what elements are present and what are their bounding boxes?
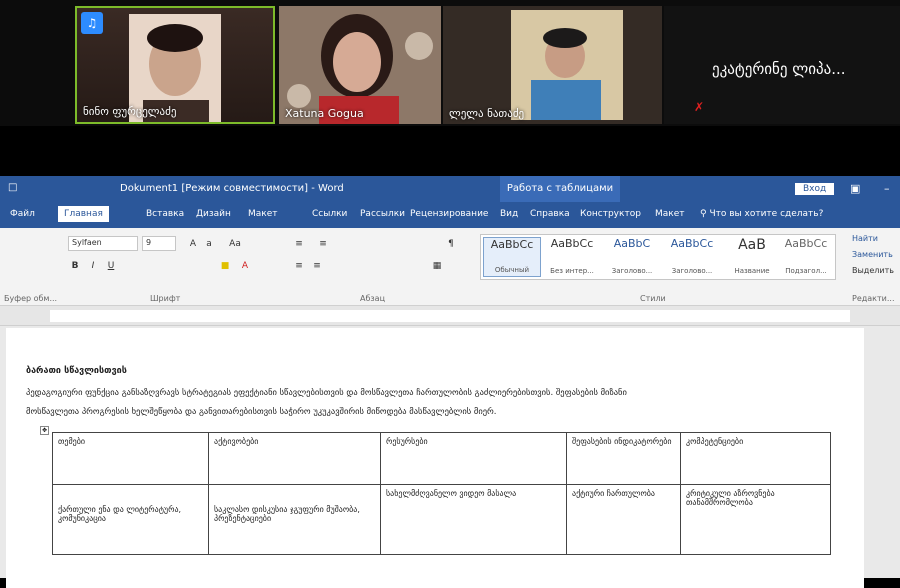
numbering-icon[interactable]: ≡ [316,236,330,250]
style-subtitle[interactable]: AaBbCc Подзагол... [777,237,835,277]
italic-button[interactable]: I [86,258,100,272]
style-no-spacing[interactable]: AaBbCc Без интер... [543,237,601,277]
tab-layout[interactable]: Макет [248,209,278,219]
tab-home[interactable]: Главная [58,206,109,222]
document-heading: ბარათი სწავლისთვის [26,366,127,376]
document-title: Dokument1 [Режим совместимости] - Word [120,183,344,194]
font-size-select[interactable]: 9 [142,236,176,251]
ribbon-tabs: Файл Главная Вставка Дизайн Макет Ссылки… [0,202,900,228]
show-marks-icon[interactable]: ¶ [444,236,458,250]
style-heading-2[interactable]: AaBbCc Заголово... [663,237,721,277]
paragraph-2: მოსწავლეთა პროგრესის ხელშეწყობა და განვი… [26,407,497,417]
save-icon[interactable]: □ [8,182,17,193]
tab-mailings[interactable]: Рассылки [360,209,405,219]
participant-video-1[interactable]: ♫ ნინო ფურცელაძე [75,6,275,124]
highlight-icon[interactable]: ■ [218,258,232,272]
participant-video-4[interactable]: ეკატერინე ლიპა... ✗ [664,6,900,124]
shrink-font-icon[interactable]: a [202,236,216,250]
tell-me-label: Что вы хотите сделать? [709,209,824,219]
minimize-icon[interactable]: – [884,182,890,195]
style-heading-1[interactable]: AaBbC Заголово... [603,237,661,277]
paragraph-group-label: Абзац [360,294,386,303]
table-cell[interactable]: სახელმძღვანელო ვიდეო მასალა [380,484,567,555]
editing-group-label: Редакти... [852,294,895,303]
align-left-icon[interactable]: ≡ [292,258,306,272]
tab-help[interactable]: Справка [530,209,570,219]
select-button[interactable]: Выделить [852,266,894,275]
document-area[interactable]: ბარათი სწავლისთვის პედაგოგიური ფუნქცია გ… [0,326,900,588]
tab-insert[interactable]: Вставка [146,209,184,219]
tab-review[interactable]: Рецензирование [410,209,488,219]
tab-references[interactable]: Ссылки [312,209,347,219]
horizontal-ruler[interactable] [0,306,900,326]
document-page: ბარათი სწავლისთვის პედაგოგიური ფუნქცია გ… [6,328,864,588]
mic-muted-icon: ✗ [694,100,705,114]
font-name-select[interactable]: Sylfaen [68,236,138,251]
ribbon: Буфер обм... Sylfaen 9 A a Aa B I U ■ A … [0,228,900,306]
table-header-cell[interactable]: შეფასების ინდიკატორები [566,432,681,485]
signin-button[interactable]: Вход [795,183,835,195]
ribbon-display-icon[interactable]: ▣ [850,182,860,195]
table-cell[interactable]: საკლასო დისკუსია ჯგუფური მუშაობა, პრეზენ… [208,484,381,555]
participant-name: Xatuna Gogua [285,107,364,120]
underline-button[interactable]: U [104,258,118,272]
font-color-icon[interactable]: A [238,258,252,272]
styles-gallery: AaBbCc Обычный AaBbCc Без интер... AaBbC За… [480,234,836,280]
find-button[interactable]: Найти [852,234,878,243]
table-cell[interactable]: ქართული ენა და ლიტერატურა, კომუნიკაცია [52,484,209,555]
table-header-cell[interactable]: თემები [52,432,209,485]
table-cell[interactable]: აქტიური ჩართულობა [566,484,681,555]
table-header-row: თემები აქტივობები რესურსები შეფასების ინ… [52,432,831,485]
table-header-cell[interactable]: რესურსები [380,432,567,485]
font-group-label: Шрифт [150,294,181,303]
participant-name: ლელა ნათაძე [449,107,525,120]
context-tab-label: Работа с таблицами [500,176,620,202]
styles-group-label: Стили [640,294,666,303]
clipboard-group-label: Буфер обм... [4,294,58,303]
replace-button[interactable]: Заменить [852,250,893,259]
video-strip: ♫ ნინო ფურცელაძე Xatuna Gogua ლელა ნათაძ… [0,0,900,126]
tab-design[interactable]: Дизайн [196,209,231,219]
align-center-icon[interactable]: ≡ [310,258,324,272]
content-table: თემები აქტივობები რესურსები შეფასების ინ… [52,432,831,555]
table-row: ქართული ენა და ლიტერატურა, კომუნიკაცია ს… [52,484,831,555]
style-normal[interactable]: AaBbCc Обычный [483,237,541,277]
style-title[interactable]: AaB Название [723,237,781,277]
tab-file[interactable]: Файл [10,209,35,219]
grow-font-icon[interactable]: A [186,236,200,250]
participant-name: ნინო ფურცელაძე [83,105,177,118]
tab-view[interactable]: Вид [500,209,518,219]
tell-me-search[interactable]: ⚲ Что вы хотите сделать? [700,209,823,219]
mic-icon: ♫ [81,12,103,34]
word-window: □ Dokument1 [Режим совместимости] - Word… [0,176,900,588]
table-header-cell[interactable]: კომპეტენციები [680,432,831,485]
table-header-cell[interactable]: აქტივობები [208,432,381,485]
paragraph-1: პედაგოგიური ფუნქცია განსაზღვრავს სტრატეგ… [26,388,627,398]
participant-name-large: ეკატერინე ლიპა... [712,60,846,78]
bullets-icon[interactable]: ≡ [292,236,306,250]
screen-share-gap [0,126,900,176]
clear-format-icon[interactable]: Aa [228,236,242,250]
bold-button[interactable]: B [68,258,82,272]
borders-icon[interactable]: ▦ [430,258,444,272]
title-bar: □ Dokument1 [Режим совместимости] - Word… [0,176,900,202]
table-cell[interactable]: კრიტიკული აზროვნება თანამშრომლობა [680,484,831,555]
tab-table-design[interactable]: Конструктор [580,209,641,219]
tab-table-layout[interactable]: Макет [655,209,685,219]
participant-video-3[interactable]: ლელა ნათაძე [443,6,662,124]
table-move-handle[interactable]: ✥ [40,426,49,435]
participant-video-2[interactable]: Xatuna Gogua [279,6,441,124]
